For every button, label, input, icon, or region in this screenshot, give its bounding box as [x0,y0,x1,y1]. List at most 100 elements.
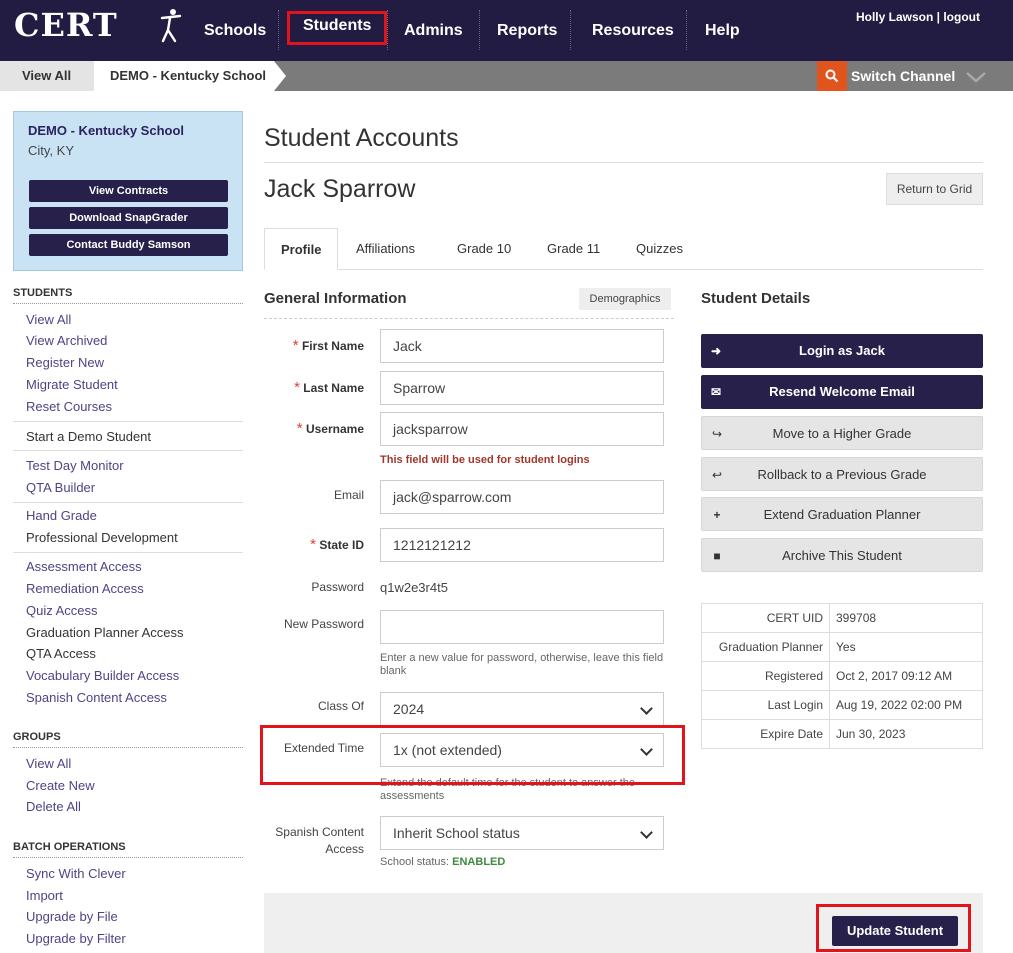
sidebar-item-graduation-planner-access[interactable]: Graduation Planner Access [26,625,184,640]
nav-separator [570,10,571,50]
contact-buddy-samson-button[interactable]: Contact Buddy Samson [29,234,228,256]
search-icon [825,69,839,83]
detail-value: Jun 30, 2023 [829,719,983,749]
spanish-content-label: Spanish Content Access [275,825,364,856]
detail-key: CERT UID [701,603,830,633]
sidebar-divider [13,502,243,503]
rollback-grade-button[interactable]: ↩ Rollback to a Previous Grade [701,457,983,491]
nav-help[interactable]: Help [689,0,756,61]
detail-value: Oct 2, 2017 09:12 AM [829,661,983,691]
user-logout-link[interactable]: Holly Lawson | logout [856,10,980,24]
batch-operations-heading: BATCH OPERATIONS [13,841,243,858]
school-name[interactable]: DEMO - Kentucky School [28,123,184,138]
sidebar-item-vocabulary-builder-access[interactable]: Vocabulary Builder Access [26,668,179,683]
school-status-value: ENABLED [452,856,506,868]
resend-welcome-email-button[interactable]: ✉ Resend Welcome Email [701,375,983,409]
nav-reports[interactable]: Reports [481,0,573,61]
first-name-label: * First Name [292,337,364,354]
extend-graduation-planner-button[interactable]: + Extend Graduation Planner [701,497,983,531]
sidebar-item-view-all[interactable]: View All [26,312,71,327]
nav-students[interactable]: Students [287,11,388,45]
username-field[interactable]: jacksparrow [380,412,664,446]
sidebar-item-groups-delete-all[interactable]: Delete All [26,799,81,814]
sidebar-item-register-new[interactable]: Register New [26,355,104,370]
new-password-field[interactable] [380,610,664,644]
sidebar-divider [13,450,243,451]
tab-grade-11[interactable]: Grade 11 [531,228,616,270]
cert-logo[interactable]: CERT [14,6,118,44]
table-row: Last Login Aug 19, 2022 02:00 PM [701,690,983,720]
students-section-heading: STUDENTS [13,287,243,304]
sidebar-item-assessment-access[interactable]: Assessment Access [26,559,142,574]
title-divider [264,162,983,163]
school-info-box: DEMO - Kentucky School City, KY View Con… [13,111,243,271]
school-city: City, KY [28,143,74,158]
first-name-field[interactable]: Jack [380,329,664,363]
sidebar-item-reset-courses[interactable]: Reset Courses [26,399,112,414]
breadcrumb-view-all[interactable]: View All [0,61,94,91]
download-snapgrader-button[interactable]: Download SnapGrader [29,207,228,229]
sidebar-item-remediation-access[interactable]: Remediation Access [26,581,144,596]
tab-profile[interactable]: Profile [264,228,339,270]
share-arrow-icon: ↪ [711,427,723,441]
switch-channel-label: Switch Channel [851,68,956,84]
table-row: Registered Oct 2, 2017 09:12 AM [701,661,983,691]
search-button[interactable] [817,61,847,91]
sidebar-item-quiz-access[interactable]: Quiz Access [26,603,98,618]
sidebar-item-qta-access[interactable]: QTA Access [26,646,96,661]
student-details-heading: Student Details [701,290,811,307]
nav-admins[interactable]: Admins [388,0,479,61]
student-details-table: CERT UID 399708 Graduation Planner Yes Reg… [701,603,983,749]
top-navbar: CERT Schools Students Admins Reports Res… [0,0,1013,61]
tab-grade-10[interactable]: Grade 10 [441,228,527,270]
breadcrumb-current[interactable]: DEMO - Kentucky School [94,61,274,91]
reply-arrow-icon: ↩ [711,468,723,482]
archive-student-button[interactable]: ■ Archive This Student [701,538,983,572]
new-password-label: New Password [283,617,364,631]
login-as-student-button[interactable]: ➜ Login as Jack [701,334,983,368]
sidebar-item-view-archived[interactable]: View Archived [26,333,107,348]
folder-icon: ■ [713,549,721,563]
sidebar-item-spanish-content-access[interactable]: Spanish Content Access [26,690,167,705]
sidebar-item-upgrade-by-filter[interactable]: Upgrade by Filter [26,931,126,946]
detail-value: 399708 [829,603,983,633]
password-label: Password [311,580,364,594]
username-label: * Username [296,420,364,437]
sidebar-item-sync-with-clever[interactable]: Sync With Clever [26,866,126,881]
email-field[interactable]: jack@sparrow.com [380,480,664,514]
move-higher-grade-button[interactable]: ↪ Move to a Higher Grade [701,416,983,450]
extended-time-highlight [260,725,685,785]
nav-resources[interactable]: Resources [576,0,690,61]
class-of-select[interactable]: 2024 [380,692,664,726]
tab-quizzes[interactable]: Quizzes [620,228,699,270]
page-title: Student Accounts [264,124,459,152]
sidebar-item-qta-builder[interactable]: QTA Builder [26,480,95,495]
logo-figure-icon [160,9,182,43]
table-row: Graduation Planner Yes [701,632,983,662]
state-id-field[interactable]: 1212121212 [380,528,664,562]
chevron-down-icon [966,72,986,83]
sidebar-item-import[interactable]: Import [26,888,63,903]
switch-channel-button[interactable]: Switch Channel [851,61,987,91]
table-row: CERT UID 399708 [701,603,983,633]
sidebar-item-hand-grade[interactable]: Hand Grade [26,508,97,523]
view-contracts-button[interactable]: View Contracts [29,180,228,202]
sidebar-item-test-day-monitor[interactable]: Test Day Monitor [26,458,124,473]
sidebar-item-groups-create-new[interactable]: Create New [26,778,95,793]
section-divider [264,318,674,319]
sidebar-item-groups-view-all[interactable]: View All [26,756,71,771]
nav-separator [686,10,687,50]
tab-affiliations[interactable]: Affiliations [340,228,431,270]
return-to-grid-button[interactable]: Return to Grid [886,173,983,205]
demographics-button[interactable]: Demographics [579,288,671,310]
sidebar-item-upgrade-by-file[interactable]: Upgrade by File [26,909,118,924]
last-name-field[interactable]: Sparrow [380,371,664,405]
sidebar-item-start-demo-student[interactable]: Start a Demo Student [26,429,151,444]
spanish-content-select[interactable]: Inherit School status [380,816,664,850]
nav-schools[interactable]: Schools [188,0,282,61]
last-name-label: * Last Name [294,379,364,396]
sidebar-item-professional-development[interactable]: Professional Development [26,530,178,545]
email-label: Email [333,488,364,502]
sidebar-divider [13,552,243,553]
sidebar-item-migrate-student[interactable]: Migrate Student [26,377,118,392]
